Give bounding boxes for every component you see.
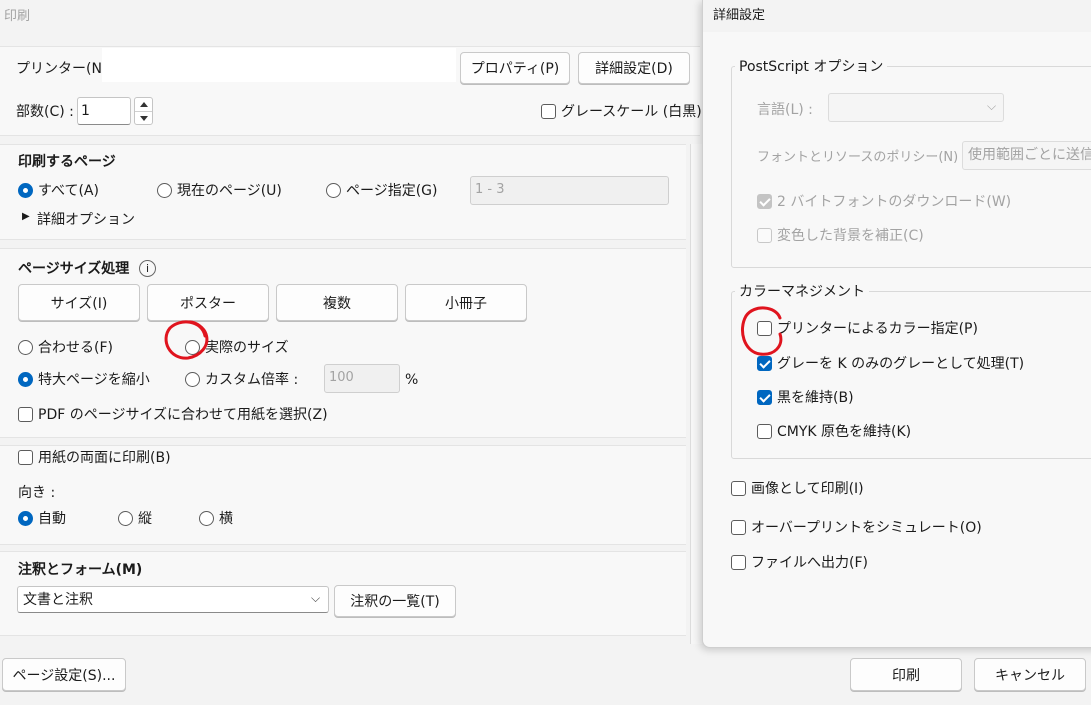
annotations-select[interactable]: 文書と注釈 ⌵ xyxy=(17,586,329,613)
tab-multiple[interactable]: 複数 xyxy=(276,284,398,321)
printer-select[interactable] xyxy=(102,48,456,82)
grayscale-label: グレースケール (白黒) で xyxy=(561,104,721,120)
chevron-down-icon: ⌵ xyxy=(311,591,321,605)
radio-shrink-oversized[interactable] xyxy=(18,372,33,387)
keep-cmyk-checkbox[interactable] xyxy=(757,424,772,439)
page-range-input[interactable]: 1 - 3 xyxy=(470,176,669,205)
info-icon[interactable]: i xyxy=(139,260,156,277)
simulate-overprint-label: オーバープリントをシミュレート(O) xyxy=(751,520,982,536)
chevron-down-icon: ⌵ xyxy=(987,99,997,113)
font-policy-label: フォントとリソースのポリシー(N) : xyxy=(757,150,967,165)
stepper-down-icon[interactable] xyxy=(140,116,148,121)
keep-black-label: 黒を維持(B) xyxy=(777,390,854,406)
copies-label: 部数(C) : xyxy=(16,104,74,120)
tab-booklet[interactable]: 小冊子 xyxy=(405,284,527,321)
keep-cmyk-label: CMYK 原色を維持(K) xyxy=(777,424,912,440)
more-options-toggle[interactable]: 詳細オプション xyxy=(37,213,135,227)
correct-background-label: 変色した背景を補正(C) xyxy=(777,228,924,244)
sizing-heading: ページサイズ処理 xyxy=(18,261,130,277)
annotation-summary-button[interactable]: 注釈の一覧(T) xyxy=(334,585,456,617)
choose-paper-label: PDF のページサイズに合わせて用紙を選択(Z) xyxy=(38,407,328,423)
duplex-label: 用紙の両面に印刷(B) xyxy=(38,450,171,466)
page-setup-button[interactable]: ページ設定(S)... xyxy=(2,658,126,691)
choose-paper-checkbox[interactable] xyxy=(18,407,33,422)
language-label: 言語(L) : xyxy=(757,102,813,118)
window-title: 印刷 xyxy=(4,9,31,24)
gray-k-label: グレーを K のみのグレーとして処理(T) xyxy=(777,356,1025,372)
annotations-heading: 注釈とフォーム(M) xyxy=(18,562,143,578)
print-to-file-checkbox[interactable] xyxy=(731,555,746,570)
radio-page-range[interactable] xyxy=(326,183,341,198)
radio-orientation-portrait[interactable] xyxy=(118,511,133,526)
grayscale-checkbox[interactable] xyxy=(541,104,556,119)
font-policy-select[interactable]: 使用範囲ごとに送信 xyxy=(962,141,1091,170)
expand-triangle-icon[interactable]: ▶ xyxy=(22,212,30,222)
actual-size-label: 実際のサイズ xyxy=(205,340,289,356)
all-pages-label: すべて(A) xyxy=(38,183,99,199)
font-policy-value: 使用範囲ごとに送信 xyxy=(968,147,1091,163)
annotations-selected: 文書と注釈 xyxy=(23,592,93,608)
advanced-dialog: 詳細設定 PostScript オプション 言語(L) : ⌵ フォントとリソー… xyxy=(702,0,1091,648)
stepper-up-icon[interactable] xyxy=(140,102,148,107)
print-as-image-label: 画像として印刷(I) xyxy=(751,481,864,497)
copies-input[interactable]: 1 xyxy=(77,97,131,125)
print-as-image-checkbox[interactable] xyxy=(731,481,746,496)
print-dialog: 印刷 プリンター(N) : プロパティ(P) 詳細設定(D) 部数(C) : 1… xyxy=(0,0,720,705)
orientation-portrait-label: 縦 xyxy=(138,511,152,527)
download-2byte-checkbox[interactable] xyxy=(757,194,772,209)
radio-all-pages[interactable] xyxy=(18,183,33,198)
cancel-button[interactable]: キャンセル xyxy=(974,658,1086,691)
print-to-file-label: ファイルへ出力(F) xyxy=(751,555,868,571)
orientation-landscape-label: 横 xyxy=(219,511,233,527)
pages-heading: 印刷するページ xyxy=(18,154,116,170)
properties-button[interactable]: プロパティ(P) xyxy=(460,52,570,84)
language-select[interactable]: ⌵ xyxy=(828,93,1004,122)
orientation-label: 向き : xyxy=(18,485,56,501)
copies-stepper[interactable] xyxy=(134,97,153,125)
radio-orientation-auto[interactable] xyxy=(18,511,33,526)
printer-color-label: プリンターによるカラー指定(P) xyxy=(777,321,978,337)
print-button[interactable]: 印刷 xyxy=(850,658,962,691)
gray-k-checkbox[interactable] xyxy=(757,356,772,371)
shrink-label: 特大ページを縮小 xyxy=(38,372,150,388)
fit-label: 合わせる(F) xyxy=(38,340,113,356)
radio-custom-scale[interactable] xyxy=(185,372,200,387)
radio-current-page[interactable] xyxy=(157,183,172,198)
advanced-title: 詳細設定 xyxy=(713,8,766,23)
custom-scale-input[interactable]: 100 xyxy=(324,364,400,393)
duplex-checkbox[interactable] xyxy=(18,450,33,465)
tab-size[interactable]: サイズ(I) xyxy=(18,284,140,321)
keep-black-checkbox[interactable] xyxy=(757,390,772,405)
orientation-auto-label: 自動 xyxy=(38,511,66,527)
tab-poster[interactable]: ポスター xyxy=(147,284,269,321)
percent-label: % xyxy=(405,372,419,388)
postscript-legend: PostScript オプション xyxy=(735,60,888,74)
custom-scale-label: カスタム倍率 : xyxy=(205,372,299,388)
current-page-label: 現在のページ(U) xyxy=(177,183,282,199)
correct-background-checkbox[interactable] xyxy=(757,228,772,243)
advanced-settings-button[interactable]: 詳細設定(D) xyxy=(578,52,690,84)
radio-fit[interactable] xyxy=(18,340,33,355)
radio-actual-size[interactable] xyxy=(185,340,200,355)
page-range-label: ページ指定(G) xyxy=(346,183,438,199)
simulate-overprint-checkbox[interactable] xyxy=(731,520,746,535)
radio-orientation-landscape[interactable] xyxy=(199,511,214,526)
printer-color-checkbox[interactable] xyxy=(757,321,772,336)
download-2byte-label: 2 バイトフォントのダウンロード(W) xyxy=(777,194,1012,210)
page-range-value: 1 - 3 xyxy=(475,182,505,197)
preview-area-edge xyxy=(690,144,702,644)
color-management-legend: カラーマネジメント xyxy=(735,285,869,299)
custom-scale-value: 100 xyxy=(329,370,354,385)
copies-value: 1 xyxy=(81,103,90,119)
